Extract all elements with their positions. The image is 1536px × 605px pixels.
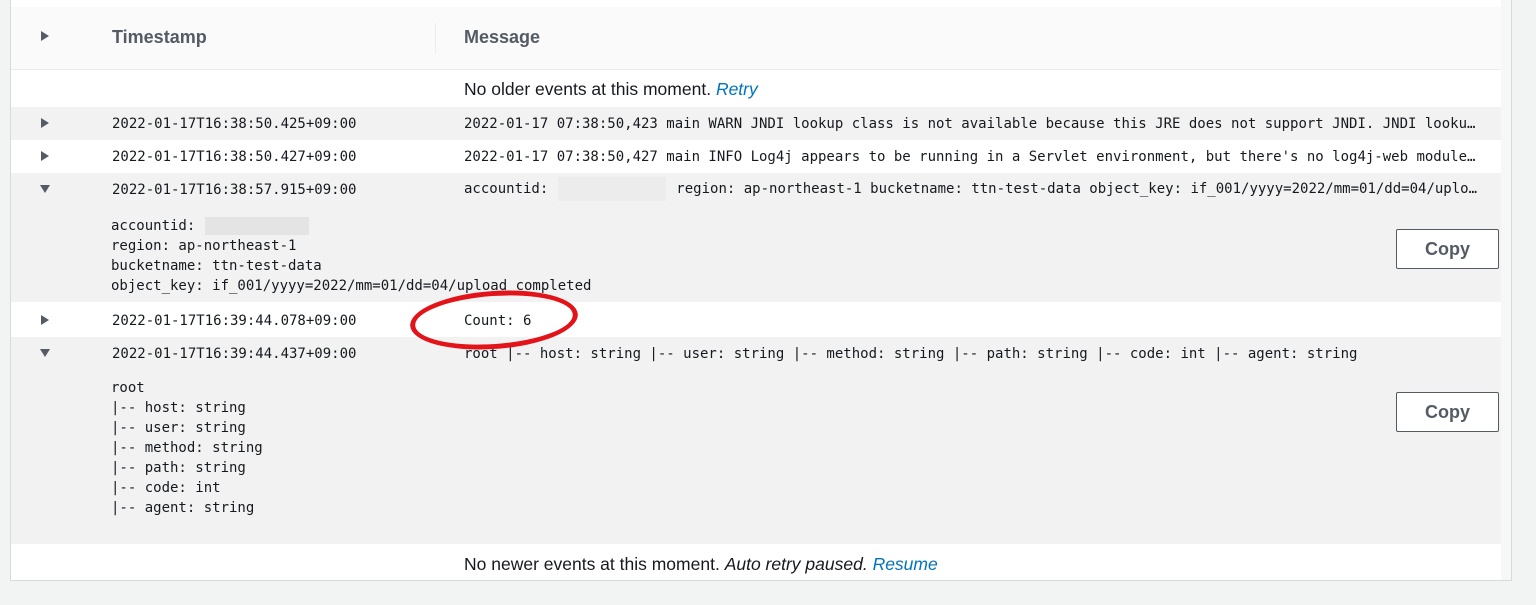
collapse-caret-icon[interactable] (40, 349, 50, 357)
log-event-row-expanded[interactable]: 2022-01-17T16:39:44.437+09:00 root |-- h… (11, 337, 1511, 544)
log-events-panel: Timestamp Message No older events at thi… (10, 0, 1512, 581)
message-column-header[interactable]: Message (464, 27, 540, 48)
message-prefix: accountid: (464, 181, 549, 197)
event-message: 2022-01-17 07:38:50,423 main WARN JNDI l… (464, 116, 1481, 132)
event-timestamp: 2022-01-17T16:38:57.915+09:00 (112, 182, 357, 198)
newer-events-text: No newer events at this moment. (464, 554, 720, 574)
event-timestamp: 2022-01-17T16:38:50.427+09:00 (112, 149, 357, 165)
timestamp-column-header[interactable]: Timestamp (112, 27, 207, 48)
event-timestamp: 2022-01-17T16:39:44.437+09:00 (112, 346, 357, 362)
table-header: Timestamp Message (11, 7, 1511, 70)
expand-caret-icon[interactable] (41, 315, 49, 325)
expand-caret-icon[interactable] (41, 118, 49, 128)
resume-link[interactable]: Resume (873, 554, 938, 574)
event-message: 2022-01-17 07:38:50,427 main INFO Log4j … (464, 149, 1481, 165)
older-events-status: No older events at this moment. Retry (11, 70, 1511, 106)
retry-link[interactable]: Retry (716, 79, 758, 99)
newer-events-status: No newer events at this moment. Auto ret… (11, 545, 1511, 580)
copy-button[interactable]: Copy (1396, 229, 1499, 269)
event-detail: accountid: region: ap-northeast-1 bucket… (111, 216, 591, 296)
expand-caret-icon[interactable] (41, 151, 49, 161)
event-timestamp: 2022-01-17T16:38:50.425+09:00 (112, 116, 357, 132)
log-event-row[interactable]: 2022-01-17T16:38:50.425+09:00 2022-01-17… (11, 107, 1511, 140)
redacted-account-id (205, 217, 310, 235)
older-events-text: No older events at this moment. (464, 79, 712, 99)
expand-all-caret-icon[interactable] (41, 31, 49, 41)
scrollbar[interactable] (1501, 0, 1511, 580)
log-event-row[interactable]: 2022-01-17T16:38:50.427+09:00 2022-01-17… (11, 140, 1511, 173)
copy-button[interactable]: Copy (1396, 392, 1499, 432)
event-message: accountid: region: ap-northeast-1 bucketn… (464, 177, 1481, 201)
event-message: Count: 6 (464, 313, 532, 329)
auto-retry-text: Auto retry paused. (724, 554, 868, 574)
column-divider[interactable] (435, 23, 436, 53)
event-message: root |-- host: string |-- user: string |… (464, 346, 1358, 362)
log-event-row-expanded[interactable]: 2022-01-17T16:38:57.915+09:00 accountid:… (11, 173, 1511, 302)
detail-text: region: ap-northeast-1 bucketname: ttn-t… (111, 238, 592, 294)
event-timestamp: 2022-01-17T16:39:44.078+09:00 (112, 313, 357, 329)
collapse-caret-icon[interactable] (40, 185, 50, 193)
detail-label: accountid: (111, 218, 196, 234)
log-event-row[interactable]: 2022-01-17T16:39:44.078+09:00 Count: 6 (11, 304, 1511, 337)
redacted-account-id (558, 177, 667, 201)
event-detail: root |-- host: string |-- user: string |… (111, 380, 263, 516)
message-suffix: region: ap-northeast-1 bucketname: ttn-t… (676, 181, 1481, 197)
